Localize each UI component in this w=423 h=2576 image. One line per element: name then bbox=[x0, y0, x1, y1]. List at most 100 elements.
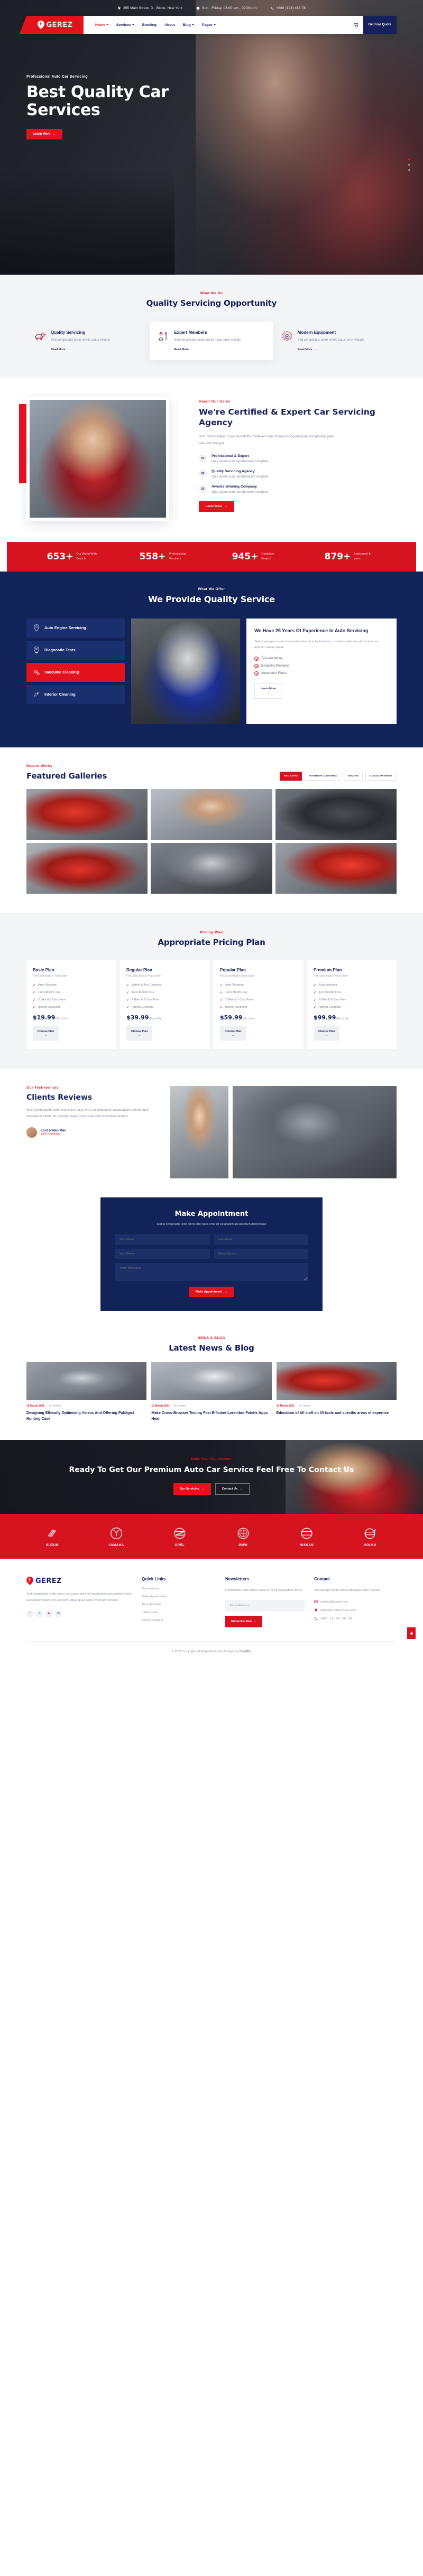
footer-contact-phone[interactable]: +880 - 12 - 34 - 55 - 99 bbox=[314, 1617, 397, 1620]
plan-choose-button[interactable]: Choose Plan → bbox=[314, 1026, 340, 1041]
blog-thumbnail bbox=[151, 1362, 272, 1401]
feature-card-expert-members[interactable]: Expert Members Sed perspiciatis unde omn… bbox=[150, 322, 273, 360]
pricing-title: Appropriate Pricing Plan bbox=[158, 938, 265, 948]
brand-volvo[interactable]: VOLVO bbox=[344, 1526, 397, 1547]
nav-item-about[interactable]: About bbox=[164, 23, 175, 27]
check-icon: ✓ bbox=[314, 1006, 317, 1009]
about-item-2: 02 Quality Servicing Agency Quis autem e… bbox=[199, 470, 397, 479]
blog-card-1[interactable]: 15 March 2021 By: Admin Designing Ethica… bbox=[26, 1362, 147, 1422]
cta-primary-button[interactable]: Our Servicing → bbox=[173, 1483, 211, 1495]
plan-feature: ✓ 1st 6 Month Free bbox=[220, 991, 297, 995]
nav-item-home[interactable]: Home bbox=[95, 23, 108, 27]
blog-card-3[interactable]: 15 March 2021 By: Admin Education of All… bbox=[276, 1362, 397, 1422]
cta-secondary-button[interactable]: Contact Us → bbox=[215, 1483, 250, 1495]
footer-subscribe-button[interactable]: Subscribe Now → bbox=[225, 1616, 263, 1628]
hero-learn-more-button[interactable]: Learn More → bbox=[26, 128, 63, 139]
hero-dot-2[interactable] bbox=[408, 164, 410, 166]
gallery-filter-glass-washing[interactable]: GLASS WASHING bbox=[365, 772, 397, 781]
shopping-cart-icon[interactable] bbox=[353, 22, 359, 28]
gallery-tile-red-sports-car[interactable] bbox=[26, 789, 148, 840]
appointment-phone-input[interactable] bbox=[115, 1248, 210, 1259]
features-grid: Quality Servicing Sed perspiciatis unde … bbox=[26, 322, 397, 360]
about-item-title: Awards Winning Company bbox=[212, 485, 257, 489]
linkedin-icon[interactable]: in bbox=[55, 1610, 62, 1617]
nav-item-blog[interactable]: Blog bbox=[183, 23, 194, 27]
check-icon: ✓ bbox=[220, 1006, 223, 1009]
nav-item-booking[interactable]: Booking bbox=[142, 23, 157, 27]
hero-dot-3[interactable] bbox=[408, 169, 410, 171]
feature-card-quality-servicing[interactable]: Quality Servicing Sed perspiciatis unde … bbox=[26, 322, 150, 360]
brand-yamaha[interactable]: YAMAHA bbox=[90, 1526, 143, 1547]
check-icon: ✓ bbox=[126, 991, 130, 995]
topbar-phone[interactable]: +880 (123) 456 78 bbox=[270, 6, 306, 10]
cta-label: Make Your Appointment bbox=[191, 1458, 232, 1462]
twitter-icon[interactable]: t bbox=[36, 1610, 43, 1617]
nav-label: About bbox=[164, 23, 175, 27]
brand-label: BMW bbox=[238, 1544, 248, 1548]
blog-meta: 15 March 2021 By: Admin bbox=[151, 1404, 271, 1408]
youtube-icon[interactable]: ► bbox=[45, 1610, 52, 1617]
nav-label: Pages bbox=[201, 23, 213, 27]
about-learn-more-button[interactable]: Learn More → bbox=[199, 501, 235, 512]
appointment-message-textarea[interactable] bbox=[115, 1262, 308, 1281]
reviews-container: Our Testimonials Clients Reviews Sed ut … bbox=[26, 1085, 397, 1178]
blog-card-2[interactable]: 15 March 2021 By: Admin Make Cross-Brows… bbox=[151, 1362, 272, 1422]
footer-link-make-appointment[interactable]: Make Appointment bbox=[142, 1595, 216, 1598]
nav-item-services[interactable]: Services bbox=[116, 23, 134, 27]
gallery-tile-tire-detail[interactable] bbox=[275, 789, 397, 840]
gallery-filter-interior-cleaning[interactable]: INTERIOR CLEANING bbox=[305, 772, 342, 781]
facebook-icon[interactable]: f bbox=[26, 1610, 33, 1617]
qs-learn-more-button[interactable]: Learn More → bbox=[254, 682, 283, 699]
hero-slider-dots[interactable] bbox=[408, 158, 410, 171]
footer-link-team-member[interactable]: Team Member bbox=[142, 1603, 216, 1606]
feature-read-more-link[interactable]: Read More → bbox=[298, 348, 365, 351]
qs-tab-vaccume-cleaning[interactable]: Vaccume Cleaning bbox=[26, 662, 125, 682]
pricing-head: Pricing Plan Appropriate Pricing Plan bbox=[26, 931, 397, 947]
qs-tab-diagnostic-tests[interactable]: Diagnostic Tests bbox=[26, 640, 125, 660]
plan-feature-label: Wheel & Tire Cleaning bbox=[132, 983, 161, 987]
about-item-number: 02 bbox=[199, 470, 207, 478]
plan-feature: ✓ Auto Washing bbox=[314, 983, 390, 987]
footer-logo[interactable]: GEREZ bbox=[26, 1577, 132, 1586]
footer-contact-email[interactable]: support@gmail.com bbox=[314, 1600, 397, 1604]
avatar bbox=[26, 1127, 37, 1138]
qs-tab-interior-cleaning[interactable]: Interior Cleaning bbox=[26, 685, 125, 704]
qs-row: Auto Engine Servicing Diagnostic Tests V… bbox=[26, 618, 397, 724]
site-logo[interactable]: GEREZ bbox=[20, 16, 84, 34]
nav-item-pages[interactable]: Pages bbox=[202, 23, 216, 27]
plan-choose-button[interactable]: Choose Plan → bbox=[220, 1026, 246, 1041]
qs-tab-auto-engine-servicing[interactable]: Auto Engine Servicing bbox=[26, 618, 125, 638]
appointment-submit-wrap: Make Appointment → bbox=[115, 1281, 308, 1297]
hero-dot-1[interactable] bbox=[408, 158, 410, 161]
feature-read-more-link[interactable]: Read More → bbox=[51, 348, 110, 351]
plan-choose-button[interactable]: Choose Plan → bbox=[126, 1026, 153, 1041]
footer-email-input[interactable]: Email Address bbox=[225, 1600, 305, 1612]
appointment-name-input[interactable] bbox=[115, 1234, 210, 1245]
gallery-grid bbox=[26, 789, 397, 894]
gallery-tile-mechanic-portrait[interactable] bbox=[151, 789, 272, 840]
appointment-submit-button[interactable]: Make Appointment → bbox=[189, 1286, 234, 1297]
appointment-email-input[interactable] bbox=[213, 1234, 308, 1245]
gallery-tile-polisher-tool[interactable] bbox=[275, 843, 397, 894]
plan-price-amount: $59.99 bbox=[220, 1014, 243, 1021]
gallery-filter-engine[interactable]: ENGINE bbox=[344, 772, 363, 781]
gallery-tile-engine-bay[interactable] bbox=[151, 843, 272, 894]
footer-link-latest-news[interactable]: Latest news bbox=[142, 1611, 216, 1614]
gallery-filter-red-cars[interactable]: RED CARS bbox=[279, 772, 302, 781]
prohibited-icon bbox=[254, 663, 259, 668]
gallery-tile-red-car-polish[interactable] bbox=[26, 843, 148, 894]
appointment-service-select[interactable] bbox=[213, 1248, 308, 1259]
feature-read-more-link[interactable]: Read More → bbox=[174, 348, 241, 351]
brand-nissan[interactable]: NISSAN bbox=[280, 1526, 333, 1547]
back-to-top-button[interactable] bbox=[407, 1627, 416, 1640]
brand-suzuki[interactable]: SUZUKI bbox=[26, 1526, 79, 1547]
plan-choose-button[interactable]: Choose Plan → bbox=[33, 1026, 59, 1041]
footer-link-about-company[interactable]: About Company bbox=[142, 1619, 216, 1622]
about-item-body: Professional & Expert Quis autem eum rep… bbox=[212, 454, 268, 463]
footer-link-our-services[interactable]: Our services bbox=[142, 1587, 216, 1590]
feature-card-modern-equipment[interactable]: Modern Equipment Sed perspiciatis unde o… bbox=[273, 322, 397, 360]
brand-opel[interactable]: OPEL bbox=[153, 1526, 206, 1547]
get-free-quote-button[interactable]: Get Free Quote bbox=[363, 16, 397, 34]
about-item-text: Quis autem eum reprehenderit voluptate bbox=[212, 491, 269, 494]
brand-bmw[interactable]: BMW bbox=[217, 1526, 270, 1547]
